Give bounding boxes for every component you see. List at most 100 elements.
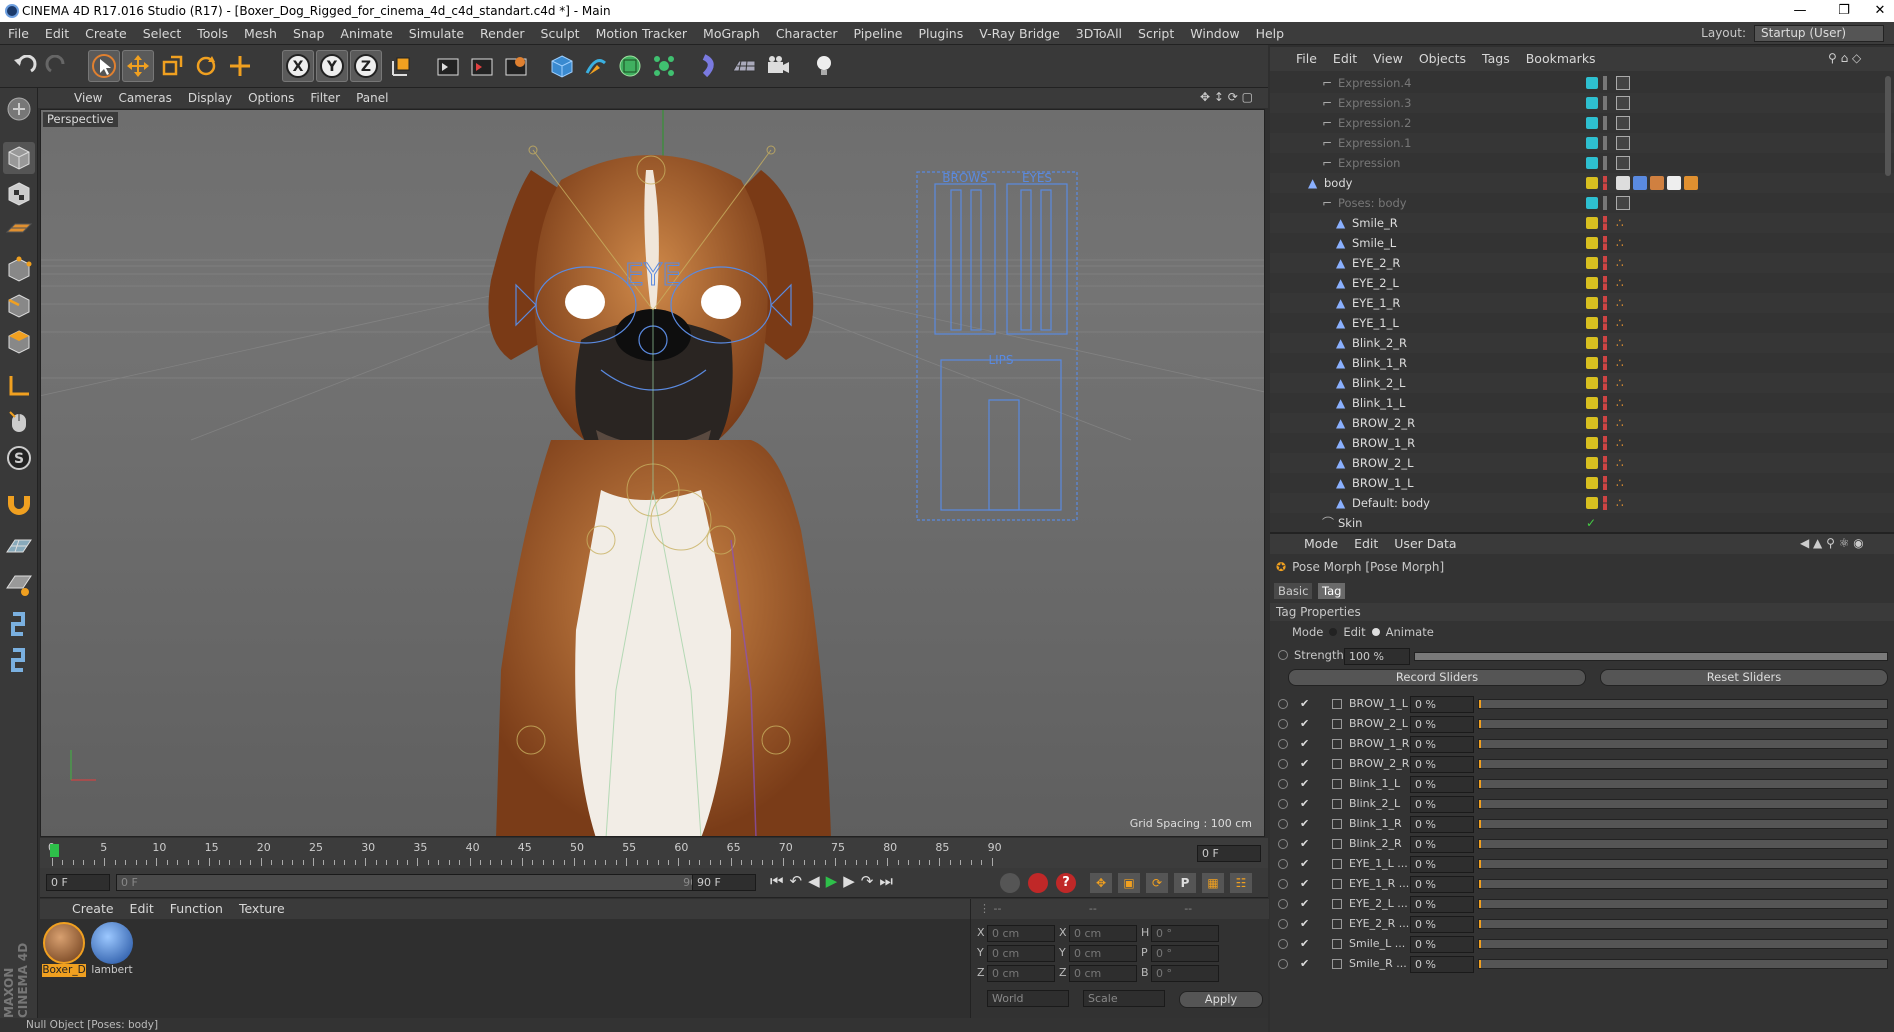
- z-axis-lock-icon[interactable]: Z: [350, 50, 382, 82]
- slider-track[interactable]: [1478, 799, 1888, 809]
- play-icon[interactable]: ▶: [826, 872, 838, 890]
- mode-edit-radio[interactable]: [1329, 628, 1338, 636]
- visibility-dots-icon[interactable]: [1603, 436, 1607, 450]
- coordinate-system-icon[interactable]: [386, 50, 418, 82]
- slider-enable-checkbox[interactable]: ✔: [1300, 894, 1309, 914]
- expression-tag-icon[interactable]: [1616, 116, 1630, 130]
- strength-field[interactable]: 100 %: [1344, 648, 1410, 665]
- slider-track[interactable]: [1478, 939, 1888, 949]
- tag-icon[interactable]: [1650, 176, 1664, 190]
- viewport-menu-filter[interactable]: Filter: [302, 88, 348, 108]
- go-to-end-icon[interactable]: ⏭: [879, 872, 893, 890]
- slider-track[interactable]: [1478, 839, 1888, 849]
- playhead[interactable]: [50, 844, 59, 857]
- cube-object-icon[interactable]: [546, 50, 578, 82]
- layer-color-swatch[interactable]: [1586, 177, 1598, 189]
- attribute-menu-user-data[interactable]: User Data: [1386, 534, 1464, 554]
- object-manager-icons[interactable]: ⚲ ⌂ ◇: [1828, 51, 1861, 65]
- key-position-icon[interactable]: ✥: [1090, 873, 1112, 893]
- coord-value-field[interactable]: 0 °: [1151, 945, 1219, 962]
- slider-anim-icon[interactable]: [1278, 799, 1288, 809]
- slider-anim-icon[interactable]: [1278, 839, 1288, 849]
- menu-simulate[interactable]: Simulate: [401, 22, 472, 45]
- locked-workplane-icon[interactable]: [3, 568, 35, 600]
- object-row[interactable]: ▲ Smile_R ∴: [1270, 213, 1894, 233]
- object-row[interactable]: ⌐ Expression.2: [1270, 113, 1894, 133]
- size-mode-select[interactable]: Scale: [1083, 990, 1165, 1007]
- slider-knob[interactable]: [1479, 760, 1481, 768]
- slider-knob[interactable]: [1479, 860, 1481, 868]
- object-row[interactable]: ⌐ Expression.1: [1270, 133, 1894, 153]
- object-row[interactable]: ▲ Blink_2_R ∴: [1270, 333, 1894, 353]
- object-row[interactable]: ⌐ Expression.3: [1270, 93, 1894, 113]
- visibility-dots-icon[interactable]: [1603, 316, 1607, 330]
- visibility-dots-icon[interactable]: [1603, 116, 1607, 130]
- viewport-menu-options[interactable]: Options: [240, 88, 302, 108]
- menu-file[interactable]: File: [0, 22, 37, 45]
- menu-snap[interactable]: Snap: [285, 22, 332, 45]
- live-selection-icon[interactable]: [88, 50, 120, 82]
- viewport-nav-icons[interactable]: ✥ ↕ ⟳ ▢: [1200, 90, 1253, 104]
- layer-color-swatch[interactable]: [1586, 417, 1598, 429]
- menu-pipeline[interactable]: Pipeline: [846, 22, 911, 45]
- visibility-dots-icon[interactable]: [1603, 296, 1607, 310]
- object-row[interactable]: ⌐ Expression.4: [1270, 73, 1894, 93]
- layer-color-swatch[interactable]: [1586, 277, 1598, 289]
- weight-tag-icon[interactable]: ∴: [1616, 376, 1630, 390]
- weight-tag-icon[interactable]: ∴: [1616, 476, 1630, 490]
- menu-render[interactable]: Render: [472, 22, 533, 45]
- mode-animate-radio[interactable]: [1371, 628, 1380, 636]
- key-pla-icon[interactable]: ▦: [1202, 873, 1224, 893]
- visibility-dots-icon[interactable]: [1603, 356, 1607, 370]
- coord-value-field[interactable]: 0 cm: [1069, 925, 1137, 942]
- layer-color-swatch[interactable]: [1586, 237, 1598, 249]
- y-axis-lock-icon[interactable]: Y: [316, 50, 348, 82]
- attribute-menu-mode[interactable]: Mode: [1296, 534, 1346, 554]
- slider-track[interactable]: [1478, 819, 1888, 829]
- visibility-dots-icon[interactable]: [1603, 236, 1607, 250]
- slider-value-field[interactable]: 0 %: [1410, 756, 1474, 773]
- workplane-grid-icon[interactable]: [3, 532, 35, 564]
- object-row[interactable]: ▲ EYE_2_R ∴: [1270, 253, 1894, 273]
- menu-motion-tracker[interactable]: Motion Tracker: [588, 22, 695, 45]
- object-row[interactable]: ⌐ Expression: [1270, 153, 1894, 173]
- light-object-icon[interactable]: [808, 50, 840, 82]
- object-row[interactable]: ▲ Blink_1_R ∴: [1270, 353, 1894, 373]
- coord-value-field[interactable]: 0 cm: [987, 965, 1055, 982]
- render-view-icon[interactable]: [432, 50, 464, 82]
- slider-knob[interactable]: [1479, 820, 1481, 828]
- visibility-dots-icon[interactable]: [1603, 276, 1607, 290]
- visibility-dots-icon[interactable]: [1603, 136, 1607, 150]
- slider-value-field[interactable]: 0 %: [1410, 936, 1474, 953]
- close-button[interactable]: ✕: [1858, 0, 1894, 22]
- object-row[interactable]: ▲ body: [1270, 173, 1894, 193]
- slider-knob[interactable]: [1479, 900, 1481, 908]
- layer-color-swatch[interactable]: [1586, 497, 1598, 509]
- layer-color-swatch[interactable]: [1586, 337, 1598, 349]
- expression-tag-icon[interactable]: [1616, 136, 1630, 150]
- weight-tag-icon[interactable]: ∴: [1616, 456, 1630, 470]
- tag-icon[interactable]: [1667, 176, 1681, 190]
- slider-anim-icon[interactable]: [1278, 819, 1288, 829]
- slider-knob[interactable]: [1479, 880, 1481, 888]
- record-icon[interactable]: [1028, 873, 1048, 893]
- slider-track[interactable]: [1478, 759, 1888, 769]
- slider-enable-checkbox[interactable]: ✔: [1300, 814, 1309, 834]
- visibility-dots-icon[interactable]: [1603, 396, 1607, 410]
- slider-track[interactable]: [1478, 859, 1888, 869]
- slider-track[interactable]: [1478, 719, 1888, 729]
- slider-knob[interactable]: [1479, 960, 1481, 968]
- slider-value-field[interactable]: 0 %: [1410, 716, 1474, 733]
- menu-v-ray-bridge[interactable]: V-Ray Bridge: [971, 22, 1068, 45]
- slider-anim-icon[interactable]: [1278, 779, 1288, 789]
- weight-tag-icon[interactable]: ∴: [1616, 436, 1630, 450]
- layer-color-swatch[interactable]: [1586, 97, 1598, 109]
- menu-tools[interactable]: Tools: [189, 22, 236, 45]
- layer-color-swatch[interactable]: [1586, 397, 1598, 409]
- slider-enable-checkbox[interactable]: ✔: [1300, 954, 1309, 974]
- key-scale-icon[interactable]: ▣: [1118, 873, 1140, 893]
- visibility-dots-icon[interactable]: [1603, 376, 1607, 390]
- python-script-icon[interactable]: [3, 608, 35, 640]
- slider-value-field[interactable]: 0 %: [1410, 696, 1474, 713]
- expression-tag-icon[interactable]: [1616, 96, 1630, 110]
